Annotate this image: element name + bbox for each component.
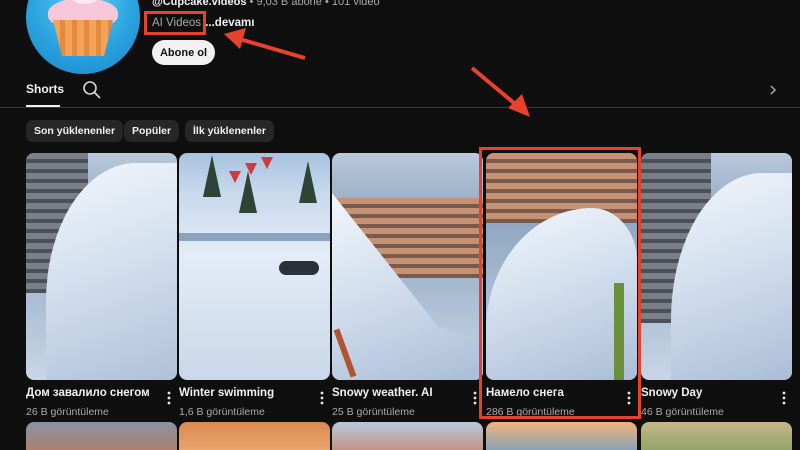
- thumb-flag: [245, 163, 257, 175]
- meta-separator: •: [324, 0, 329, 8]
- short-thumbnail-row2[interactable]: [486, 422, 637, 450]
- short-views: 46 B görüntüleme: [641, 406, 724, 418]
- short-card[interactable]: Snowy weather. AI 25 B görüntüleme: [332, 153, 483, 423]
- short-card[interactable]: Snowy Day 46 B görüntüleme: [641, 153, 792, 423]
- short-thumbnail-row2[interactable]: [26, 422, 177, 450]
- more-vert-icon[interactable]: [778, 390, 790, 406]
- chevron-right-icon[interactable]: [766, 83, 780, 97]
- subscriber-count: 9,03 B abone: [256, 0, 322, 8]
- avatar-cupcake: [53, 20, 113, 56]
- annotation-box-description: [144, 11, 206, 35]
- thumb-tree: [203, 155, 221, 197]
- subscribe-button[interactable]: Abone ol: [152, 40, 215, 65]
- short-views: 1,6 B görüntüleme: [179, 406, 265, 418]
- chip-popular[interactable]: Popüler: [124, 120, 180, 142]
- short-title[interactable]: Snowy weather. AI: [332, 387, 467, 399]
- short-views: 25 B görüntüleme: [332, 406, 415, 418]
- more-link[interactable]: ...devamı: [205, 17, 254, 29]
- channel-handle: @Cupcake.videos: [152, 0, 247, 8]
- thumb-tree: [239, 171, 257, 213]
- channel-meta: @Cupcake.videos • 9,03 B abone • 101 vid…: [152, 0, 380, 8]
- tab-shorts[interactable]: Shorts: [26, 82, 64, 96]
- search-icon[interactable]: [82, 80, 102, 100]
- short-title[interactable]: Snowy Day: [641, 387, 776, 399]
- short-views: 26 B görüntüleme: [26, 406, 109, 418]
- short-thumbnail-row2[interactable]: [332, 422, 483, 450]
- chip-latest[interactable]: Son yüklenenler: [26, 120, 124, 142]
- video-count: 101 video: [331, 0, 380, 8]
- annotation-box-short: [479, 147, 641, 419]
- thumb-tree: [299, 161, 317, 203]
- short-thumbnail-row2[interactable]: [179, 422, 330, 450]
- short-card[interactable]: Дом завалило снегом 26 B görüntüleme: [26, 153, 177, 423]
- thumb-flag: [261, 157, 273, 169]
- short-title[interactable]: Winter swimming: [179, 387, 314, 399]
- tab-active-indicator: [26, 105, 60, 107]
- channel-tabs: Shorts: [0, 74, 800, 108]
- thumb-flag: [229, 171, 241, 183]
- short-thumbnail[interactable]: [26, 153, 177, 380]
- meta-separator: •: [249, 0, 254, 8]
- thumb-swimmer: [279, 261, 319, 275]
- chip-oldest[interactable]: İlk yüklenenler: [185, 120, 274, 142]
- thumb-pool-edge: [179, 233, 330, 241]
- short-thumbnail[interactable]: [332, 153, 483, 380]
- short-thumbnail[interactable]: [179, 153, 330, 380]
- short-thumbnail[interactable]: [641, 153, 792, 380]
- short-title[interactable]: Дом завалило снегом: [26, 387, 161, 399]
- channel-avatar[interactable]: [26, 0, 140, 74]
- more-vert-icon[interactable]: [163, 390, 175, 406]
- short-card[interactable]: Winter swimming 1,6 B görüntüleme: [179, 153, 330, 423]
- more-vert-icon[interactable]: [316, 390, 328, 406]
- short-thumbnail-row2[interactable]: [641, 422, 792, 450]
